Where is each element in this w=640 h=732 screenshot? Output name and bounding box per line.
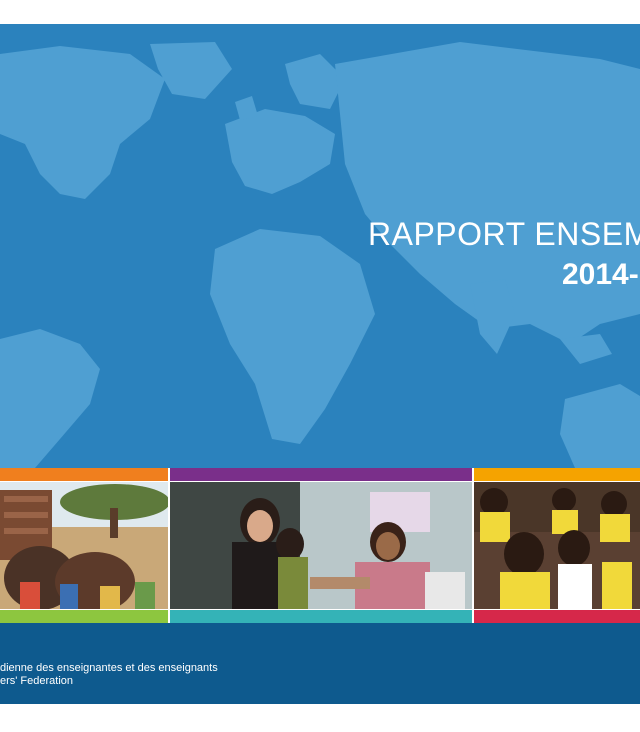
band-green: [0, 610, 168, 623]
teachers-handshake-photo: [170, 482, 472, 609]
band-orange: [0, 468, 168, 481]
report-title-line1: RAPPORT ENSEM: [368, 216, 640, 252]
band-teal: [170, 610, 472, 623]
children-outdoor-photo: [0, 482, 168, 609]
report-cover: RAPPORT ENSEM 2014- dienne des enseignan…: [0, 0, 640, 732]
band-gold: [474, 468, 640, 481]
world-map-hero: RAPPORT ENSEM 2014-: [0, 24, 640, 468]
band-red: [474, 610, 640, 623]
report-title-years: 2014-: [562, 258, 639, 291]
organization-name-french: dienne des enseignantes et des enseignan…: [0, 662, 218, 674]
band-purple: [170, 468, 472, 481]
report-title: RAPPORT ENSEM 2014-: [368, 216, 640, 291]
organization-name: dienne des enseignantes et des enseignan…: [0, 662, 218, 688]
classroom-children-photo: [474, 482, 640, 609]
organization-name-english: ers' Federation: [0, 675, 74, 687]
